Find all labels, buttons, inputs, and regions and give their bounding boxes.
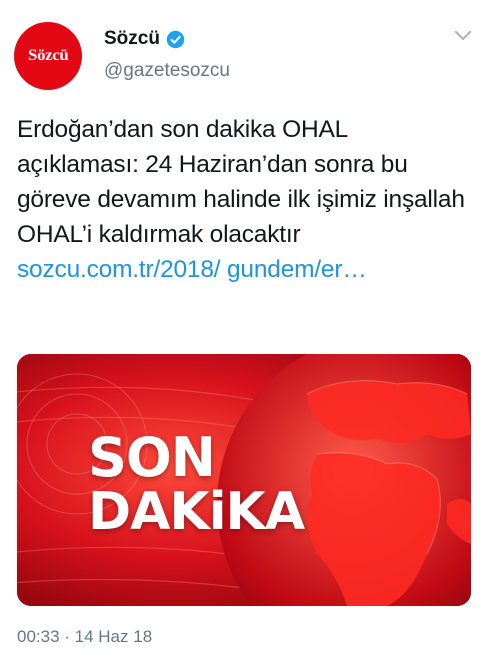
user-name-row: Sözcü	[104, 28, 185, 50]
user-handle[interactable]: @gazetesozcu	[104, 60, 230, 82]
avatar[interactable]: Sözcü	[14, 22, 82, 90]
avatar-logo-text: Sözcü	[27, 47, 69, 64]
media-background	[17, 354, 471, 606]
chevron-down-icon[interactable]	[454, 30, 472, 42]
tweet-link[interactable]: sozcu.com.tr/2018/ gundem/er…	[17, 256, 367, 283]
user-name[interactable]: Sözcü	[104, 28, 160, 50]
tweet-timestamp[interactable]: 00:33 · 14 Haz 18	[17, 627, 152, 647]
tweet-text: Erdoğan’dan son dakika OHAL açıklaması: …	[17, 112, 472, 287]
tweet-body: Erdoğan’dan son dakika OHAL açıklaması: …	[17, 116, 465, 248]
verified-badge-icon	[166, 30, 185, 48]
media-headline-line-2: DAKiKA	[88, 482, 305, 542]
tweet-media-image[interactable]: SON DAKiKA	[17, 354, 471, 606]
media-headline-line-1: SON	[88, 426, 216, 489]
